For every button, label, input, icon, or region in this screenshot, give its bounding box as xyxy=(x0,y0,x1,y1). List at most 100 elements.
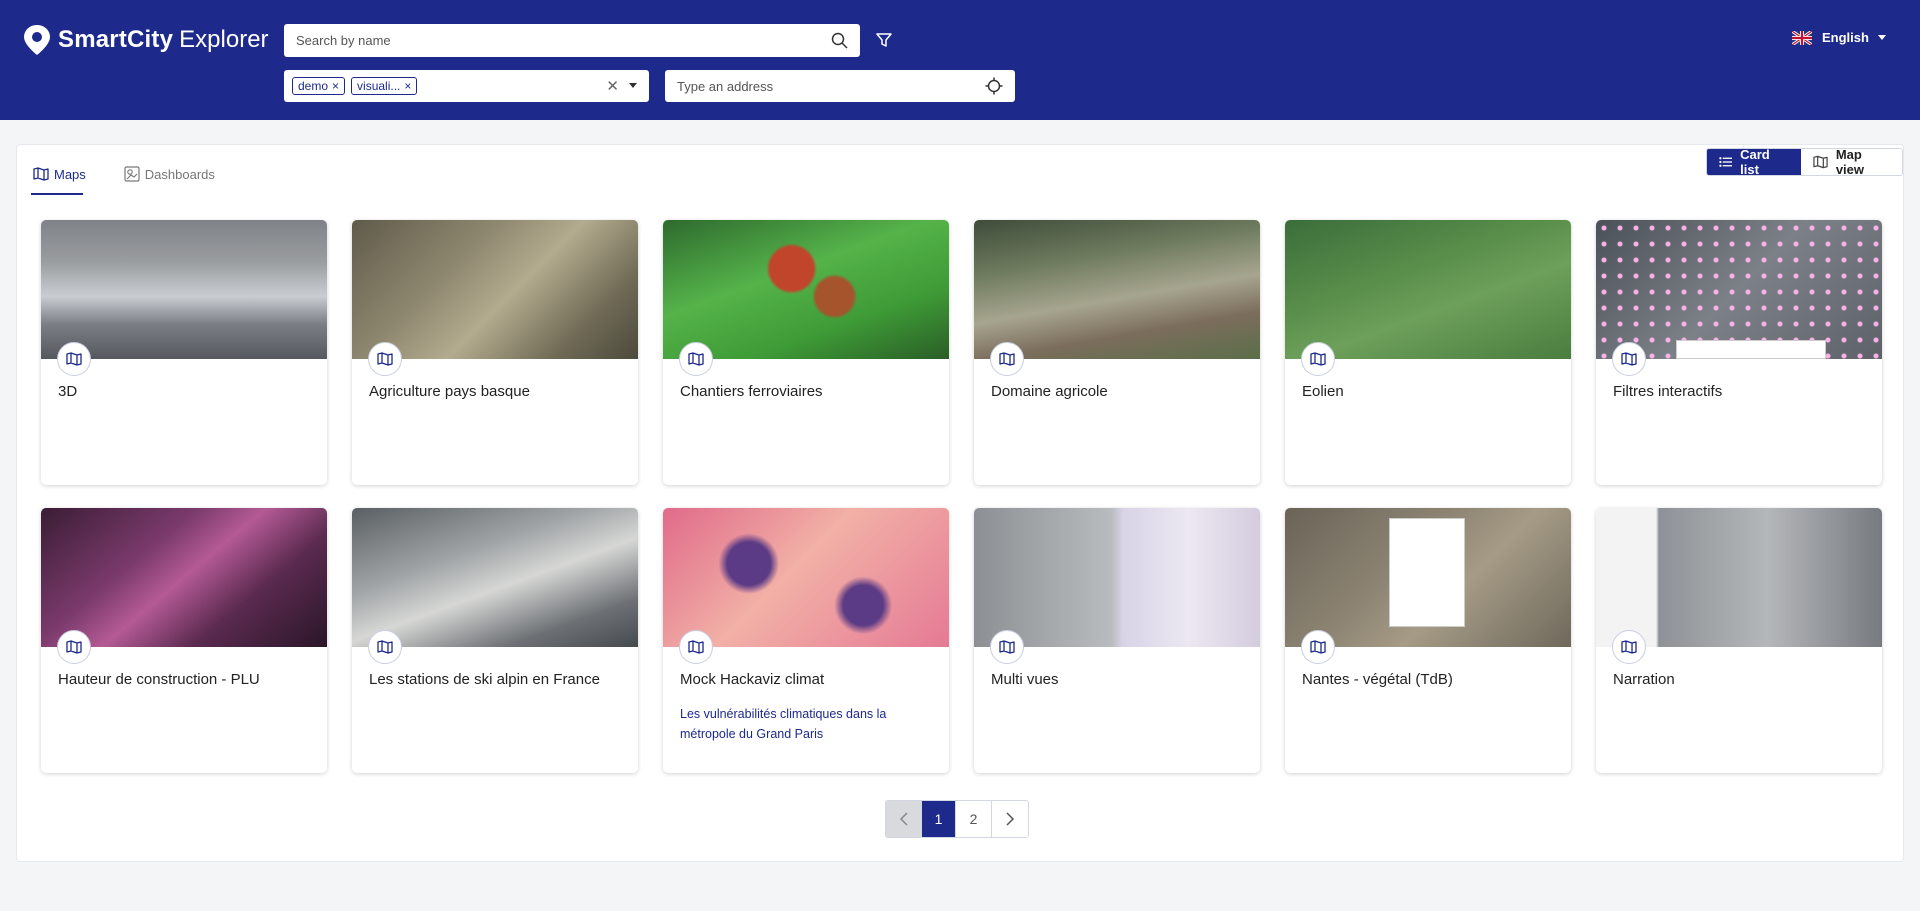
brand-subtitle: Explorer xyxy=(179,26,269,53)
active-tab-indicator xyxy=(31,193,83,195)
card-title: Nantes - végétal (TdB) xyxy=(1302,671,1453,688)
address-input[interactable] xyxy=(677,78,985,94)
map-card[interactable]: Filtres interactifs xyxy=(1596,220,1882,485)
chevron-down-icon[interactable] xyxy=(629,83,637,88)
map-thumbnail xyxy=(1285,220,1571,359)
search-box xyxy=(284,24,860,57)
map-card[interactable]: Agriculture pays basque xyxy=(352,220,638,485)
map-type-icon xyxy=(679,342,713,376)
chevron-down-icon xyxy=(1877,35,1886,40)
card-description: Les vulnérabilités climatiques dans la m… xyxy=(680,707,887,741)
thumbnail-overlay xyxy=(1676,340,1826,359)
tag-chip[interactable]: visuali... × xyxy=(351,77,418,95)
card-title: Chantiers ferroviaires xyxy=(680,383,823,400)
search-icon[interactable] xyxy=(831,32,848,49)
card-title: Les stations de ski alpin en France xyxy=(369,671,600,688)
card-list-button[interactable]: Card list xyxy=(1707,149,1801,175)
tag-label: visuali... xyxy=(357,79,401,93)
card-title: Agriculture pays basque xyxy=(369,383,530,400)
map-icon xyxy=(1813,155,1828,169)
card-title: Eolien xyxy=(1302,383,1344,400)
map-type-icon xyxy=(1301,630,1335,664)
address-box xyxy=(665,70,1015,102)
map-thumbnail xyxy=(41,508,327,647)
map-card[interactable]: Les stations de ski alpin en France xyxy=(352,508,638,773)
map-type-icon xyxy=(1301,342,1335,376)
tab-bar: Maps Dashboards xyxy=(33,161,253,187)
map-thumbnail xyxy=(1596,508,1882,647)
map-type-icon xyxy=(1612,342,1646,376)
next-page-button[interactable] xyxy=(992,801,1028,837)
list-icon xyxy=(1719,157,1733,167)
map-thumbnail xyxy=(1596,220,1882,359)
card-title: 3D xyxy=(58,383,78,400)
locate-crosshair-icon[interactable] xyxy=(985,77,1003,95)
map-type-icon xyxy=(57,342,91,376)
map-card[interactable]: 3D xyxy=(41,220,327,485)
map-thumbnail xyxy=(974,508,1260,647)
tag-remove-icon[interactable]: × xyxy=(404,79,411,93)
card-title: Multi vues xyxy=(991,671,1059,688)
map-type-icon xyxy=(1612,630,1646,664)
map-type-icon xyxy=(57,630,91,664)
map-card[interactable]: Domaine agricole xyxy=(974,220,1260,485)
map-card[interactable]: Chantiers ferroviaires xyxy=(663,220,949,485)
card-title: Narration xyxy=(1613,671,1675,688)
tag-select[interactable]: demo × visuali... × ✕ xyxy=(284,70,649,102)
tag-label: demo xyxy=(298,79,329,93)
map-type-icon xyxy=(990,342,1024,376)
app-logo[interactable]: SmartCity Explorer xyxy=(22,24,269,56)
map-thumbnail xyxy=(352,220,638,359)
page-button-1[interactable]: 1 xyxy=(922,801,956,837)
map-card[interactable]: Narration xyxy=(1596,508,1882,773)
tab-dashboards[interactable]: Dashboards xyxy=(124,161,215,187)
map-type-icon xyxy=(679,630,713,664)
page-button-2[interactable]: 2 xyxy=(956,801,992,837)
map-thumbnail xyxy=(974,220,1260,359)
map-thumbnail xyxy=(352,508,638,647)
chevron-right-icon xyxy=(1006,812,1015,826)
filter-icon[interactable] xyxy=(875,31,893,49)
tag-chip[interactable]: demo × xyxy=(292,77,346,95)
language-selector[interactable]: English xyxy=(1792,30,1886,45)
map-icon xyxy=(33,167,49,181)
map-card[interactable]: Multi vues xyxy=(974,508,1260,773)
pagination: 1 2 xyxy=(885,800,1029,838)
map-thumbnail xyxy=(41,220,327,359)
map-thumbnail xyxy=(1285,508,1571,647)
clear-tags-icon[interactable]: ✕ xyxy=(606,77,619,95)
map-card-grid: 3D Agriculture pays basque Chantiers fer… xyxy=(41,220,1882,773)
map-thumbnail xyxy=(663,220,949,359)
tab-label: Dashboards xyxy=(144,166,215,182)
view-toggle: Card list Map view xyxy=(1706,148,1903,176)
map-type-icon xyxy=(368,342,402,376)
tab-label: Maps xyxy=(54,166,86,182)
tab-maps[interactable]: Maps xyxy=(33,161,86,187)
map-thumbnail xyxy=(663,508,949,647)
map-card[interactable]: Nantes - végétal (TdB) xyxy=(1285,508,1571,773)
prev-page-button[interactable] xyxy=(886,801,922,837)
location-pin-logo-icon xyxy=(24,25,50,55)
card-title: Filtres interactifs xyxy=(1613,383,1723,400)
map-card[interactable]: Eolien xyxy=(1285,220,1571,485)
map-card[interactable]: Hauteur de construction - PLU xyxy=(41,508,327,773)
card-title: Mock Hackaviz climat xyxy=(680,671,825,688)
brand-name: SmartCity xyxy=(58,26,174,53)
map-view-button[interactable]: Map view xyxy=(1800,148,1902,176)
content-panel: Maps Dashboards Card list Map view 3D Ag… xyxy=(16,144,1904,862)
map-view-label: Map view xyxy=(1835,148,1865,176)
map-type-icon xyxy=(368,630,402,664)
language-label: English xyxy=(1822,30,1869,45)
dashboard-icon xyxy=(124,166,140,182)
tag-remove-icon[interactable]: × xyxy=(332,79,339,93)
card-title: Domaine agricole xyxy=(991,383,1108,400)
map-type-icon xyxy=(990,630,1024,664)
map-card[interactable]: Mock Hackaviz climat Les vulnérabilités … xyxy=(663,508,949,773)
card-list-label: Card list xyxy=(1740,148,1770,176)
chevron-left-icon xyxy=(899,812,908,826)
search-input[interactable] xyxy=(296,33,831,48)
card-title: Hauteur de construction - PLU xyxy=(58,671,260,688)
thumbnail-overlay xyxy=(1389,518,1465,627)
uk-flag-icon xyxy=(1792,30,1812,45)
top-header: SmartCity Explorer demo × visuali... × ✕ xyxy=(0,0,1920,120)
